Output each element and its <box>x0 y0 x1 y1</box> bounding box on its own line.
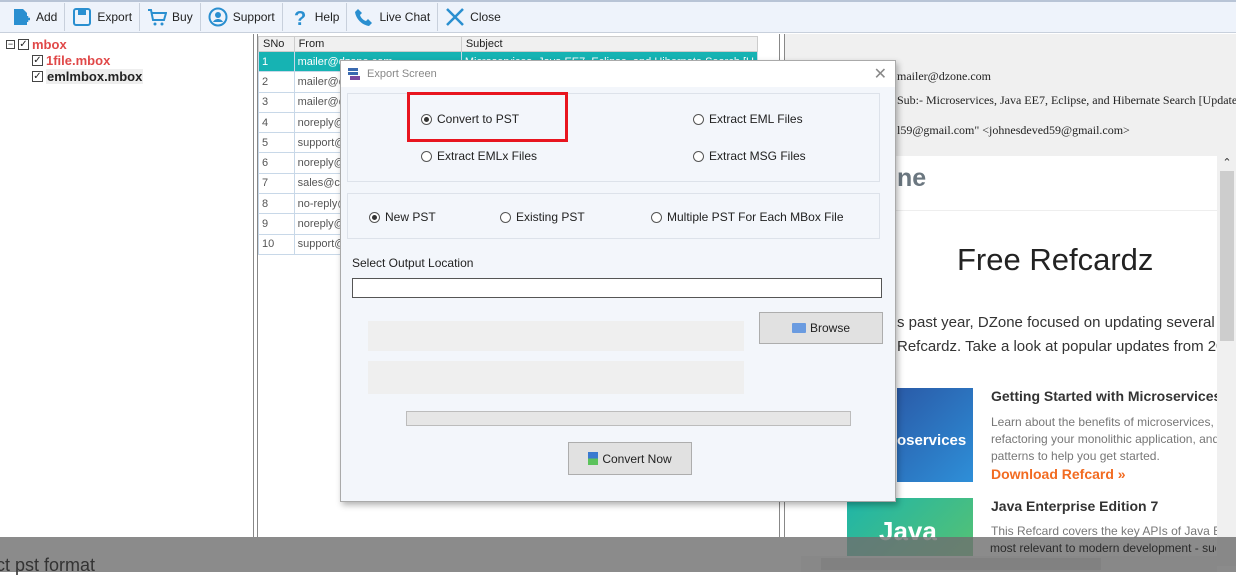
card-desc-2-line-2: most relevant to modern development - su… <box>990 541 1216 555</box>
scroll-thumb[interactable] <box>1220 171 1234 341</box>
card-title[interactable]: Getting Started with Microservices <box>991 388 1217 404</box>
collapse-icon[interactable]: − <box>6 40 15 49</box>
column-from[interactable]: From <box>293 36 462 52</box>
svg-text:?: ? <box>294 8 306 27</box>
toolbar: Add Export Buy Support ? Help Live Chat C… <box>0 0 1236 33</box>
dialog-titlebar: Export Screen ✕ <box>341 61 895 87</box>
export-dialog: Export Screen ✕ Convert to PST Extract E… <box>340 60 896 502</box>
help-button[interactable]: ? Help <box>283 3 348 31</box>
export-button[interactable]: Export <box>65 3 141 31</box>
cell-sno: 3 <box>258 91 295 113</box>
card-desc: Learn about the benefits of microservice… <box>991 415 1217 463</box>
save-icon <box>588 452 599 465</box>
radio-new-pst[interactable]: New PST <box>369 210 436 224</box>
folder-icon <box>791 323 806 333</box>
tree-label: 1file.mbox <box>46 53 111 68</box>
download-refcard-link[interactable]: Download Refcard » <box>991 466 1126 482</box>
vertical-scrollbar[interactable]: ⌃ <box>1217 156 1236 566</box>
tree-node-emlmbox[interactable]: ✓ emlmbox.mbox <box>32 69 144 84</box>
close-icon <box>446 8 465 26</box>
column-sno[interactable]: SNo <box>258 36 295 52</box>
preview-to: l59@gmail.com" <johnesdeved59@gmail.com> <box>897 123 1130 137</box>
live-chat-label: Live Chat <box>379 10 431 24</box>
card-title-2[interactable]: Java Enterprise Edition 7 <box>991 498 1158 514</box>
dialog-close-icon[interactable]: ✕ <box>874 64 887 84</box>
support-button[interactable]: Support <box>201 3 283 31</box>
preview-intro-2: Refcardz. Take a look at popular updates… <box>897 338 1217 355</box>
cell-sno: 1 <box>258 50 295 73</box>
caption-text: ct pst format <box>0 555 96 575</box>
buy-button[interactable]: Buy <box>140 3 201 31</box>
phone-icon <box>355 9 373 26</box>
cell-sno: 8 <box>258 193 295 215</box>
tree-label: emlmbox.mbox <box>46 69 144 84</box>
status-field-2 <box>368 361 744 394</box>
close-label: Close <box>470 10 501 24</box>
live-chat-button[interactable]: Live Chat <box>347 3 439 31</box>
checkbox[interactable]: ✓ <box>18 39 29 50</box>
tree-node-root[interactable]: − ✓ mbox <box>6 37 67 52</box>
status-field <box>368 321 744 351</box>
progress-bar <box>406 411 851 426</box>
export-label: Export <box>97 10 133 24</box>
help-icon: ? <box>294 8 306 27</box>
cell-sno: 4 <box>258 111 295 134</box>
radio-multiple-pst[interactable]: Multiple PST For Each MBox File <box>651 210 844 224</box>
buy-label: Buy <box>172 10 193 24</box>
dialog-title: Export Screen <box>367 68 437 80</box>
export-screen-icon <box>348 68 360 80</box>
radio-extract-emlx[interactable]: Extract EMLx Files <box>421 149 537 163</box>
checkbox[interactable]: ✓ <box>32 71 43 82</box>
support-label: Support <box>232 10 275 24</box>
add-button[interactable]: Add <box>4 3 66 31</box>
browse-button[interactable]: Browse <box>759 312 883 344</box>
close-button[interactable]: Close <box>438 3 508 31</box>
folder-tree: − ✓ mbox ✓ 1file.mbox ✓ emlmbox.mbox <box>0 34 254 537</box>
column-subject[interactable]: Subject <box>460 36 759 52</box>
radio-convert-pst[interactable]: Convert to PST <box>421 112 519 126</box>
cell-sno: 10 <box>258 233 295 255</box>
output-location-input[interactable] <box>352 278 882 298</box>
preview-from: mailer@dzone.com <box>897 69 992 83</box>
cell-sno: 5 <box>258 132 295 154</box>
radio-existing-pst[interactable]: Existing PST <box>500 210 585 224</box>
radio-extract-msg[interactable]: Extract MSG Files <box>693 149 806 163</box>
tree-node-1file[interactable]: ✓ 1file.mbox <box>32 53 110 68</box>
cell-sno: 9 <box>258 213 295 235</box>
cart-icon <box>148 9 168 26</box>
output-location-label: Select Output Location <box>352 256 474 270</box>
microservices-thumbnail[interactable]: oservices <box>897 388 973 482</box>
checkbox[interactable]: ✓ <box>32 55 43 66</box>
preview-heading: Free Refcardz <box>957 242 1154 277</box>
preview-subject: Sub:- Microservices, Java EE7, Eclipse, … <box>897 93 1236 107</box>
convert-now-button[interactable]: Convert Now <box>568 442 692 475</box>
add-file-icon <box>14 9 30 25</box>
preview-intro: s past year, DZone focused on updating s… <box>897 314 1215 331</box>
support-icon <box>208 7 228 27</box>
help-label: Help <box>314 10 340 24</box>
cell-sno: 6 <box>258 152 295 174</box>
scroll-up-icon[interactable]: ⌃ <box>1217 156 1236 169</box>
dzone-logo: ne <box>897 164 927 192</box>
cell-sno: 7 <box>258 172 295 195</box>
radio-extract-eml[interactable]: Extract EML Files <box>693 112 803 126</box>
add-label: Add <box>36 10 58 24</box>
tree-label: mbox <box>32 37 67 52</box>
save-icon <box>73 8 92 26</box>
cell-sno: 2 <box>258 71 295 93</box>
